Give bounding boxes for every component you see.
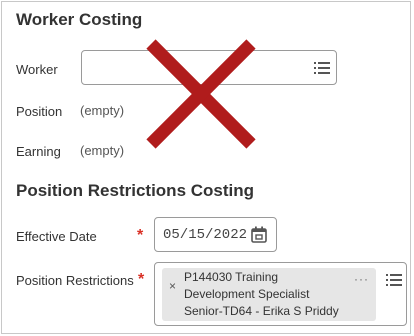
effective-date-input[interactable]: 05/15/2022 bbox=[154, 217, 277, 252]
chip-line-2: Development Specialist bbox=[184, 287, 310, 301]
list-icon[interactable] bbox=[386, 273, 402, 286]
position-restrictions-costing-title: Position Restrictions Costing bbox=[16, 181, 255, 200]
more-icon[interactable]: ··· bbox=[354, 272, 369, 286]
selected-position-chip[interactable]: × P144030 Training Development Specialis… bbox=[162, 268, 376, 321]
chip-line-1: P144030 Training bbox=[184, 270, 279, 284]
remove-icon[interactable]: × bbox=[169, 279, 176, 293]
position-restrictions-required-mark: * bbox=[138, 271, 145, 288]
position-restrictions-input[interactable]: × P144030 Training Development Specialis… bbox=[154, 262, 407, 326]
worker-label: Worker bbox=[16, 62, 58, 77]
position-value: (empty) bbox=[80, 103, 125, 118]
worker-costing-title: Worker Costing bbox=[16, 10, 143, 29]
effective-date-value: 05/15/2022 bbox=[163, 227, 248, 243]
position-label: Position bbox=[16, 104, 63, 119]
effective-date-label: Effective Date bbox=[16, 229, 97, 244]
earning-label: Earning bbox=[16, 144, 61, 159]
list-icon[interactable] bbox=[314, 61, 330, 74]
x-mark-overlay bbox=[146, 39, 256, 149]
chip-label: P144030 Training Development Specialist … bbox=[184, 269, 339, 320]
position-restrictions-label: Position Restrictions bbox=[16, 273, 134, 288]
earning-value: (empty) bbox=[80, 143, 125, 158]
chip-line-3: Senior-TD64 - Erika S Priddy bbox=[184, 304, 339, 318]
calendar-icon[interactable] bbox=[251, 226, 267, 248]
effective-date-required-mark: * bbox=[137, 227, 144, 244]
